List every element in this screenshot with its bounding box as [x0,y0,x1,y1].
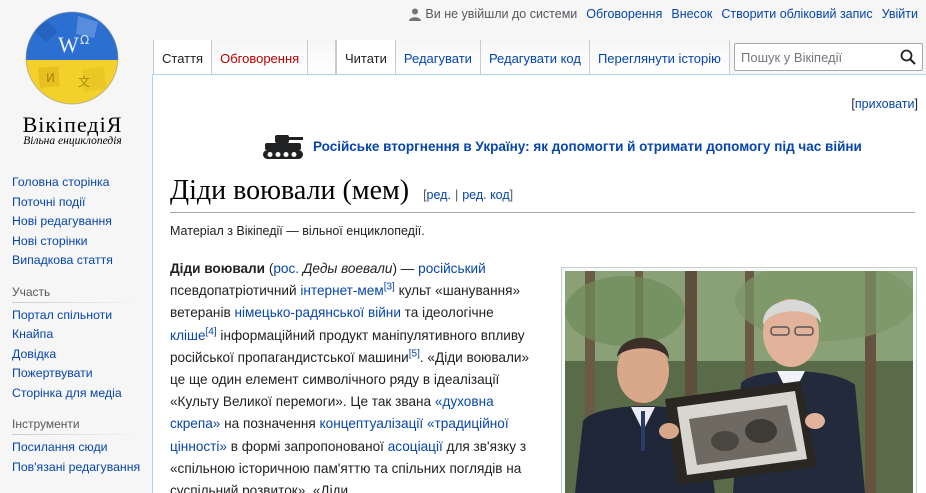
anonymous-notice: Ви не увійшли до системи [409,7,577,21]
sidebar-item-related-changes[interactable]: Пов'язані редагування [12,460,140,474]
tank-icon [263,135,303,159]
tab-edit-label: Редагувати [403,51,472,66]
link-conceptualization[interactable]: концептуалізації [320,416,424,431]
reference-5[interactable]: [5] [409,348,420,359]
sidebar-heading-tools: Інструменти [12,417,152,435]
lang-link[interactable]: рос. [273,261,299,276]
svg-text:Ω: Ω [80,33,89,47]
text-span: ) — [392,261,419,276]
anonymous-notice-text: Ви не увійшли до системи [425,7,578,21]
sidebar-item-current-events[interactable]: Поточні події [12,195,85,209]
sitenotice-hide: [приховати] [851,97,918,111]
text-span: псевдопатріотичний [170,283,301,299]
wikipedia-logo[interactable]: W Ω И 文 ВікіпедіЯ Вільна енциклопедія [0,0,152,160]
sidebar-item-new-pages[interactable]: Нові сторінки [12,234,88,248]
sidebar-item-recent-changes[interactable]: Нові редагування [12,214,112,228]
tab-article-label: Стаття [162,51,204,66]
tab-history-label: Переглянути історію [597,51,721,66]
banner-link[interactable]: Російське вторгнення в Україну: як допом… [313,139,862,154]
link-association[interactable]: асоціації [388,439,443,454]
logo-tagline: Вільна енциклопедія [23,135,122,147]
sidebar-participation: Портал спільноти Кнайпа Довідка Пожертву… [0,303,152,404]
contributions-link[interactable]: Внесок [671,7,712,21]
search-button[interactable] [895,44,921,70]
tab-discussion-label: Обговорення [220,51,300,66]
tab-edit-source[interactable]: Редагувати код [480,40,590,74]
talk-link[interactable]: Обговорення [586,7,662,21]
svg-text:文: 文 [78,74,90,89]
tab-article[interactable]: Стаття [153,40,213,74]
sidebar-navigation: Головна сторінка Поточні події Нові реда… [0,170,152,271]
tab-read-label: Читати [345,51,387,66]
sidebar-item-random-article[interactable]: Випадкова стаття [12,253,113,267]
link-german-soviet-war[interactable]: німецько-радянської війни [234,305,400,320]
link-internet-meme[interactable]: інтернет-мем [300,283,383,298]
sitenotice-banner: Російське вторгнення в Україну: як допом… [261,131,862,161]
user-icon [409,8,422,21]
sidebar-heading-participation: Участь [12,285,152,303]
namespace-tabs: Стаття Обговорення [153,40,337,74]
link-cliche[interactable]: кліше [170,328,206,343]
link-russian[interactable]: російський [418,261,486,276]
edit-source-link[interactable]: ред. код [462,188,509,202]
text-span: на позначення [220,416,320,432]
term-bold: Діди воювали [170,261,266,276]
reference-4[interactable]: [4] [206,326,217,337]
sidebar-item-main-page[interactable]: Головна сторінка [12,175,109,189]
reference-3[interactable]: [3] [384,282,395,293]
text-span: в формі запропонованої [226,438,388,454]
search-icon [900,49,916,65]
tab-spacer [308,40,337,74]
sidebar-item-community-portal[interactable]: Портал спільноти [12,308,112,322]
tab-edit[interactable]: Редагувати [395,40,481,74]
sidebar: Головна сторінка Поточні події Нові реда… [0,170,152,477]
hide-link[interactable]: приховати [855,97,915,111]
text-span: та ідеологічне [400,305,494,321]
sidebar-item-media-page[interactable]: Сторінка для медіа [12,386,122,400]
sidebar-item-help[interactable]: Довідка [12,347,56,361]
tab-edit-source-label: Редагувати код [488,51,581,66]
page-heading: Діди воювали (мем) [ред. | ред. код] [170,175,915,213]
article-lead-paragraph: Діди воювали (рос. Деды воевали) — росій… [170,258,540,493]
tab-history[interactable]: Переглянути історію [589,40,730,74]
edit-link[interactable]: ред. [427,188,451,202]
photo-two-men-holding-framed-picture [565,271,913,493]
svg-text:И: И [46,71,55,85]
search-box [734,43,923,71]
login-link[interactable]: Увійти [882,7,918,21]
search-input[interactable] [735,45,895,69]
site-subtitle: Матеріал з Вікіпедії — вільної енциклопе… [170,224,425,238]
sidebar-item-village-pump[interactable]: Кнайпа [12,327,53,341]
sidebar-item-what-links-here[interactable]: Посилання сюди [12,440,108,454]
sidebar-item-donate[interactable]: Пожертвувати [12,366,93,380]
russian-term: Деды воевали [302,261,393,276]
tab-discussion[interactable]: Обговорення [212,40,309,74]
view-tabs: Читати Редагувати Редагувати код Перегля… [336,40,730,74]
tab-read[interactable]: Читати [336,40,396,74]
sidebar-tools: Посилання сюди Пов'язані редагування [0,435,152,477]
wikipedia-globe-icon: W Ω И 文 [25,11,119,105]
svg-text:W: W [58,32,79,57]
create-account-link[interactable]: Створити обліковий запис [721,7,872,21]
content-area: [приховати] Російське вторгнення в Украї… [152,74,926,493]
infobox-image[interactable] [561,267,917,493]
page-title: Діди воювали (мем) [170,175,410,206]
section-edit-links: [ред. | ред. код] [423,188,514,202]
personal-tools: Ви не увійшли до системи Обговорення Вне… [400,6,918,22]
